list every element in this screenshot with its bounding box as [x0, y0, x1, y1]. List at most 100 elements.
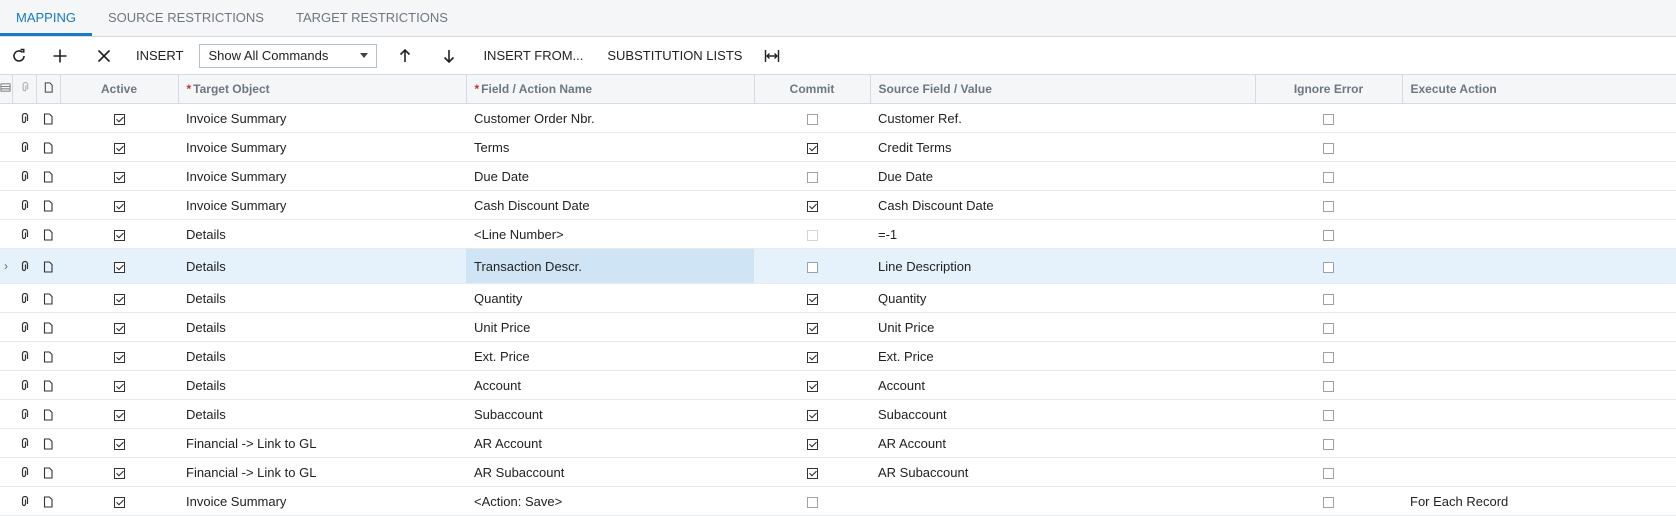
- ignore-error-checkbox[interactable]: [1323, 142, 1334, 154]
- cell-active[interactable]: [60, 341, 178, 371]
- ignore-error-checkbox[interactable]: [1323, 293, 1334, 305]
- row-note-button[interactable]: [36, 312, 60, 342]
- column-header-commit[interactable]: Commit: [754, 75, 871, 104]
- row-selector[interactable]: [0, 486, 12, 516]
- active-checkbox[interactable]: [113, 293, 125, 305]
- cell-source-field[interactable]: Due Date: [870, 161, 1255, 191]
- cell-ignore-error[interactable]: [1255, 103, 1402, 133]
- ignore-error-checkbox[interactable]: [1323, 261, 1334, 273]
- insert-button[interactable]: INSERT: [126, 37, 193, 75]
- cell-ignore-error[interactable]: [1255, 312, 1402, 342]
- row-selector-header[interactable]: [0, 75, 13, 104]
- row-note-button[interactable]: [36, 341, 60, 371]
- cell-ignore-error[interactable]: [1255, 428, 1402, 458]
- active-checkbox[interactable]: [113, 200, 125, 212]
- cell-active[interactable]: [60, 190, 178, 220]
- table-row[interactable]: Invoice Summary Terms Credit Terms: [0, 132, 1676, 162]
- row-attachment-button[interactable]: [12, 312, 36, 342]
- active-checkbox[interactable]: [113, 438, 125, 450]
- commit-checkbox[interactable]: [806, 200, 818, 212]
- cell-source-field[interactable]: Account: [870, 370, 1255, 400]
- row-attachment-button[interactable]: [12, 399, 36, 429]
- table-row[interactable]: Invoice Summary Due Date Due Date: [0, 161, 1676, 191]
- cell-ignore-error[interactable]: [1255, 132, 1402, 162]
- cell-active[interactable]: [60, 428, 178, 458]
- cell-commit[interactable]: [754, 486, 870, 516]
- row-selector[interactable]: [0, 161, 12, 191]
- row-note-button[interactable]: [36, 103, 60, 133]
- cell-commit[interactable]: [754, 219, 870, 249]
- commit-checkbox[interactable]: [806, 380, 818, 392]
- cell-execute-action[interactable]: [1402, 248, 1676, 284]
- cell-field-action[interactable]: Transaction Descr.: [466, 248, 754, 284]
- cell-active[interactable]: [60, 132, 178, 162]
- cell-commit[interactable]: [754, 457, 870, 487]
- row-selector[interactable]: [0, 219, 12, 249]
- cell-active[interactable]: [60, 370, 178, 400]
- ignore-error-checkbox[interactable]: [1323, 171, 1334, 183]
- table-row[interactable]: Invoice Summary <Action: Save> For Each Re…: [0, 486, 1676, 516]
- ignore-error-checkbox[interactable]: [1323, 113, 1334, 125]
- row-selector[interactable]: [0, 103, 12, 133]
- move-down-button[interactable]: [427, 37, 471, 75]
- active-checkbox[interactable]: [113, 380, 125, 392]
- cell-field-action[interactable]: <Action: Save>: [466, 486, 754, 516]
- tab-target-restrictions[interactable]: TARGET RESTRICTIONS: [280, 0, 464, 36]
- substitution-lists-button[interactable]: SUBSTITUTION LISTS: [595, 37, 754, 75]
- cell-ignore-error[interactable]: [1255, 457, 1402, 487]
- commit-checkbox[interactable]: [806, 496, 818, 508]
- table-row[interactable]: Details Account Account: [0, 370, 1676, 400]
- row-note-button[interactable]: [36, 457, 60, 487]
- cell-commit[interactable]: [754, 283, 870, 313]
- row-selector[interactable]: [0, 341, 12, 371]
- commit-checkbox[interactable]: [806, 351, 818, 363]
- ignore-error-checkbox[interactable]: [1323, 322, 1334, 334]
- cell-source-field[interactable]: Cash Discount Date: [870, 190, 1255, 220]
- cell-source-field[interactable]: =-1: [870, 219, 1255, 249]
- row-attachment-button[interactable]: [12, 283, 36, 313]
- cell-execute-action[interactable]: [1402, 132, 1676, 162]
- cell-field-action[interactable]: <Line Number>: [466, 219, 754, 249]
- row-attachment-button[interactable]: [12, 132, 36, 162]
- cell-field-action[interactable]: Due Date: [466, 161, 754, 191]
- cell-execute-action[interactable]: For Each Record: [1402, 486, 1676, 516]
- ignore-error-checkbox[interactable]: [1323, 438, 1334, 450]
- table-row[interactable]: Financial -> Link to GL AR Account AR Acco…: [0, 428, 1676, 458]
- row-note-button[interactable]: [36, 219, 60, 249]
- table-row[interactable]: Details Ext. Price Ext. Price: [0, 341, 1676, 371]
- table-row[interactable]: Details Quantity Quantity: [0, 283, 1676, 313]
- cell-source-field[interactable]: AR Account: [870, 428, 1255, 458]
- cell-active[interactable]: [60, 283, 178, 313]
- commit-checkbox[interactable]: [806, 322, 818, 334]
- cell-source-field[interactable]: Unit Price: [870, 312, 1255, 342]
- delete-row-button[interactable]: [82, 37, 126, 75]
- cell-active[interactable]: [60, 486, 178, 516]
- ignore-error-checkbox[interactable]: [1323, 496, 1334, 508]
- row-selector[interactable]: ›: [0, 248, 12, 284]
- cell-source-field[interactable]: Ext. Price: [870, 341, 1255, 371]
- cell-execute-action[interactable]: [1402, 457, 1676, 487]
- ignore-error-checkbox[interactable]: [1323, 409, 1334, 421]
- cell-field-action[interactable]: Ext. Price: [466, 341, 754, 371]
- active-checkbox[interactable]: [113, 409, 125, 421]
- cell-execute-action[interactable]: [1402, 399, 1676, 429]
- row-attachment-button[interactable]: [12, 486, 36, 516]
- cell-commit[interactable]: [754, 370, 870, 400]
- cell-execute-action[interactable]: [1402, 190, 1676, 220]
- column-header-active[interactable]: Active: [60, 75, 179, 104]
- cell-target-object[interactable]: Invoice Summary: [178, 190, 466, 220]
- command-filter-select[interactable]: Show All Commands: [199, 43, 378, 68]
- cell-target-object[interactable]: Details: [178, 312, 466, 342]
- table-row[interactable]: Invoice Summary Customer Order Nbr. Custom…: [0, 103, 1676, 133]
- cell-target-object[interactable]: Financial -> Link to GL: [178, 457, 466, 487]
- active-checkbox[interactable]: [113, 229, 125, 241]
- cell-execute-action[interactable]: [1402, 428, 1676, 458]
- cell-ignore-error[interactable]: [1255, 283, 1402, 313]
- cell-field-action[interactable]: AR Account: [466, 428, 754, 458]
- active-checkbox[interactable]: [113, 496, 125, 508]
- cell-active[interactable]: [60, 219, 178, 249]
- refresh-button[interactable]: [0, 37, 38, 75]
- add-row-button[interactable]: [38, 37, 82, 75]
- cell-active[interactable]: [60, 248, 178, 284]
- cell-execute-action[interactable]: [1402, 370, 1676, 400]
